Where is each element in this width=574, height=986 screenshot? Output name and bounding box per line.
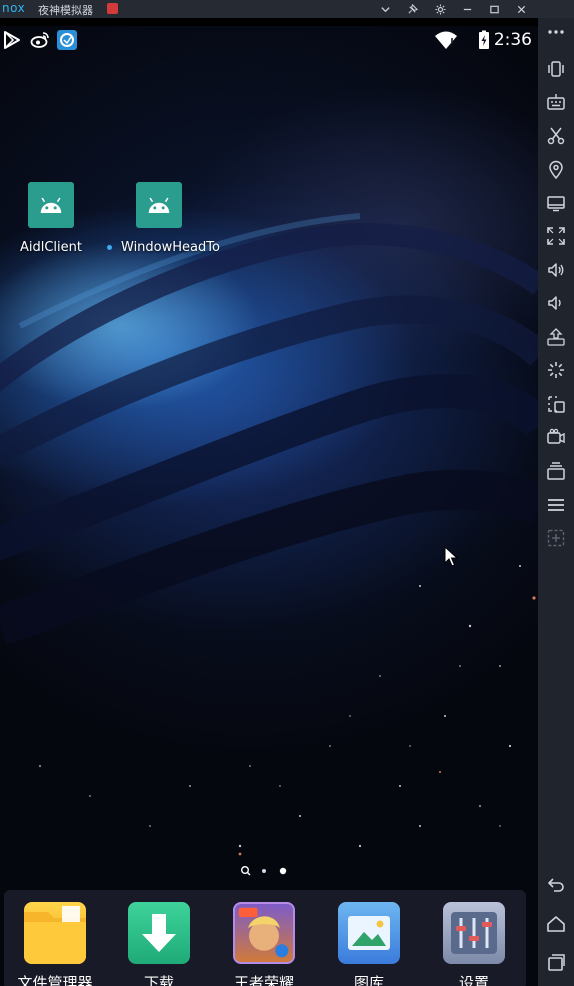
app-label: WindowHeadTo: [121, 240, 220, 255]
minimize-icon[interactable]: [459, 1, 475, 17]
wallpaper: [0, 213, 538, 856]
location-icon[interactable]: [544, 158, 568, 182]
dock-app-download[interactable]: 下载: [114, 902, 204, 986]
play-store-icon: [2, 30, 22, 50]
dock-label: 王者荣耀: [233, 974, 294, 986]
home-icon[interactable]: [544, 912, 568, 936]
status-clock: 2:36: [493, 30, 532, 50]
settings-icon: [443, 902, 505, 964]
status-bar: 2:36: [0, 26, 538, 54]
emulator-window: nox 夜神模拟器 2:36 AidlClient WindowHeadTo 文…: [0, 0, 574, 986]
app-label: AidlClient: [19, 240, 82, 255]
dock-app-gallery[interactable]: 图库: [324, 902, 414, 986]
app-aidlclient[interactable]: AidlClient: [0, 182, 106, 255]
screenshot-icon[interactable]: [544, 392, 568, 416]
app-store-icon: [57, 30, 77, 50]
keyboard-icon[interactable]: [544, 90, 568, 114]
loading-icon[interactable]: [544, 358, 568, 382]
new-app-indicator: [107, 245, 112, 250]
video-record-icon[interactable]: [544, 425, 568, 449]
weibo-icon: [30, 30, 50, 50]
screen-icon[interactable]: [544, 191, 568, 215]
gallery-icon: [338, 902, 400, 964]
wifi-icon: [434, 30, 458, 50]
pin-icon[interactable]: [404, 1, 420, 17]
dock-label: 下载: [143, 974, 174, 986]
fullscreen-icon[interactable]: [544, 224, 568, 248]
scissors-icon[interactable]: [544, 124, 568, 148]
dock: 文件管理器 下载 王者荣耀 图库 设置: [4, 890, 526, 986]
volume-down-icon[interactable]: [544, 291, 568, 315]
more-icon[interactable]: [544, 20, 568, 44]
dock-app-settings[interactable]: 设置: [429, 902, 519, 986]
android-icon: [28, 182, 74, 228]
app-windowheadto[interactable]: WindowHeadTo: [104, 182, 220, 255]
maximize-icon[interactable]: [486, 1, 502, 17]
battery-charging-icon: [478, 30, 490, 50]
download-icon: [128, 902, 190, 964]
shake-icon[interactable]: [544, 57, 568, 81]
dock-label: 设置: [458, 974, 489, 986]
dock-app-file-manager[interactable]: 文件管理器: [10, 902, 100, 986]
add-icon[interactable]: [544, 526, 568, 550]
close-icon[interactable]: [513, 1, 529, 17]
window-title: 夜神模拟器: [38, 4, 93, 17]
page-indicator[interactable]: [240, 862, 300, 876]
menu-icon[interactable]: [544, 493, 568, 517]
volume-up-icon[interactable]: [544, 258, 568, 282]
dock-app-honor-of-kings[interactable]: 王者荣耀: [219, 902, 309, 986]
recents-icon[interactable]: [544, 950, 568, 974]
back-icon[interactable]: [544, 873, 568, 897]
title-bar: nox 夜神模拟器: [0, 0, 574, 18]
nox-logo: nox: [2, 1, 26, 15]
mouse-cursor-icon: [444, 546, 458, 567]
game-icon: [233, 902, 295, 964]
apk-install-icon[interactable]: [544, 325, 568, 349]
dock-label: 图库: [353, 974, 384, 986]
title-badge-icon: [107, 3, 118, 14]
dock-label: 文件管理器: [17, 974, 93, 986]
folder-icon: [24, 902, 86, 964]
android-icon: [136, 182, 182, 228]
dropdown-icon[interactable]: [377, 1, 393, 17]
settings-gear-icon[interactable]: [432, 1, 448, 17]
android-screen[interactable]: 2:36 AidlClient WindowHeadTo 文件管理器 下载 王者…: [0, 26, 538, 986]
emulator-toolbar: [538, 18, 574, 986]
multi-instance-icon[interactable]: [544, 459, 568, 483]
